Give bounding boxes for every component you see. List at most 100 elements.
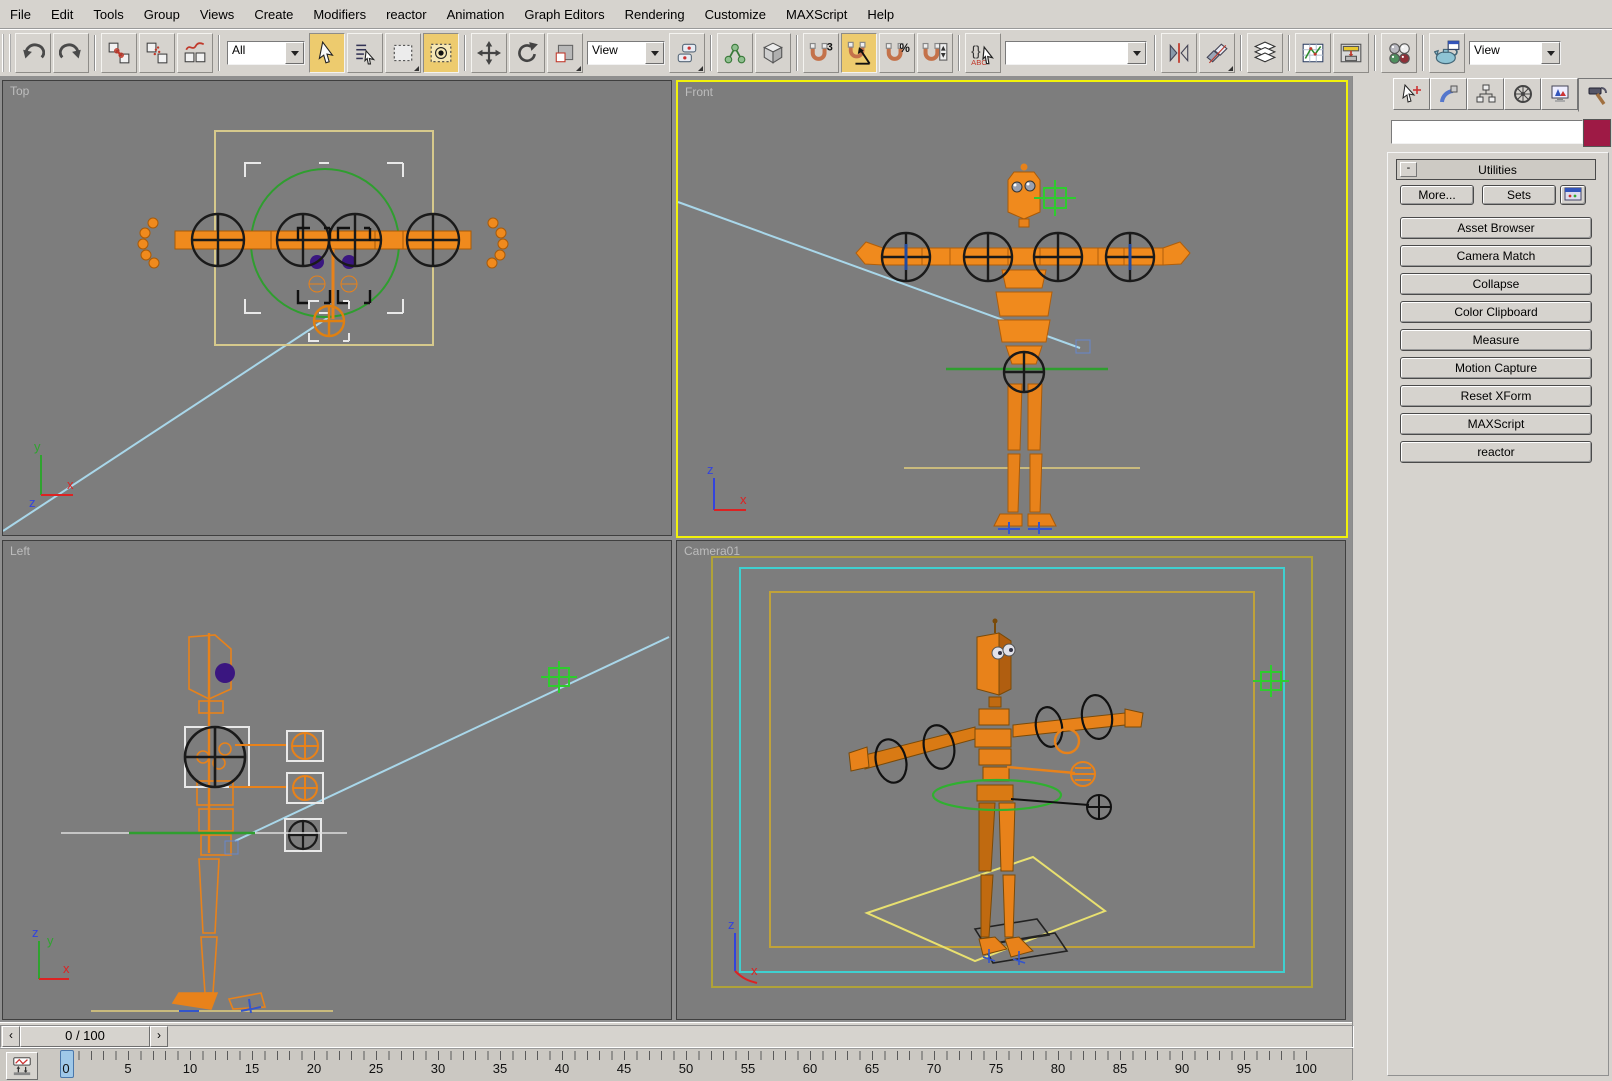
toolbar-drag-handle[interactable]	[2, 34, 11, 72]
tab-modify[interactable]	[1430, 78, 1467, 110]
viewport-left[interactable]: Left z y x	[2, 540, 672, 1020]
dropdown-arrow-icon[interactable]	[1541, 42, 1560, 64]
sets-button[interactable]: Sets	[1482, 185, 1556, 205]
dropdown-arrow-icon[interactable]	[1127, 42, 1146, 64]
biped-character[interactable]	[855, 163, 1191, 535]
viewport-left-label[interactable]: Left	[10, 544, 30, 558]
menu-item-tools[interactable]: Tools	[83, 1, 133, 28]
more-button[interactable]: More...	[1400, 185, 1474, 205]
select-object-button[interactable]	[309, 33, 345, 73]
menu-item-modifiers[interactable]: Modifiers	[303, 1, 376, 28]
tab-motion[interactable]	[1504, 78, 1541, 110]
utility-color-clipboard-button[interactable]: Color Clipboard	[1400, 301, 1592, 323]
align-button[interactable]	[1199, 33, 1235, 73]
menu-item-create[interactable]: Create	[244, 1, 303, 28]
utility-measure-button[interactable]: Measure	[1400, 329, 1592, 351]
named-selection-dropdown[interactable]	[1005, 41, 1147, 65]
time-slider-button[interactable]: 0 / 100	[20, 1026, 150, 1047]
menu-item-help[interactable]: Help	[857, 1, 904, 28]
rollout-collapse-button[interactable]: -	[1400, 162, 1417, 177]
display-icon	[1551, 85, 1568, 102]
viewport-front-label[interactable]: Front	[685, 85, 713, 99]
utility-asset-browser-button[interactable]: Asset Browser	[1400, 217, 1592, 239]
menu-item-reactor[interactable]: reactor	[376, 1, 436, 28]
track-bar[interactable]: 0 5 10 15 20 25 30 35 40 45 50 55 60 65 70 75 80 85 90 95 10…	[0, 1048, 1352, 1081]
menu-item-views[interactable]: Views	[190, 1, 244, 28]
menu-item-edit[interactable]: Edit	[41, 1, 83, 28]
render-scene-button[interactable]	[1429, 33, 1465, 73]
utility-maxscript-button[interactable]: MAXScript	[1400, 413, 1592, 435]
dropdown-arrow-icon[interactable]	[285, 42, 304, 64]
schematic-view-button[interactable]	[1333, 33, 1369, 73]
menu-item-animation[interactable]: Animation	[437, 1, 515, 28]
object-color-swatch[interactable]	[1583, 119, 1611, 147]
next-frame-button[interactable]: ›	[150, 1026, 168, 1047]
undo-button[interactable]	[15, 33, 51, 73]
top-viewport-scene[interactable]: y x z	[3, 81, 671, 535]
menu-item-graph-editors[interactable]: Graph Editors	[514, 1, 614, 28]
viewport-top[interactable]: Top y x z	[2, 80, 672, 536]
window-crossing-button[interactable]	[423, 33, 459, 73]
render-type-dropdown[interactable]: View	[1469, 41, 1561, 65]
rotation-gizmo[interactable]	[190, 212, 461, 268]
utility-camera-match-button[interactable]: Camera Match	[1400, 245, 1592, 267]
percent-snap-button[interactable]: %	[879, 33, 915, 73]
select-by-name-button[interactable]	[347, 33, 383, 73]
point-helper[interactable]	[541, 661, 577, 693]
tab-utilities[interactable]	[1578, 78, 1612, 112]
keyboard-shortcut-override-button[interactable]	[755, 33, 791, 73]
utility-sets-window-button[interactable]	[1560, 185, 1586, 205]
rotation-gizmo[interactable]	[183, 725, 247, 789]
tab-display[interactable]	[1541, 78, 1578, 110]
material-editor-button[interactable]	[1381, 33, 1417, 73]
viewport-top-label[interactable]: Top	[10, 84, 29, 98]
menu-item-customize[interactable]: Customize	[695, 1, 776, 28]
menu-item-rendering[interactable]: Rendering	[615, 1, 695, 28]
biped-character[interactable]	[171, 633, 267, 1010]
select-and-rotate-button[interactable]	[509, 33, 545, 73]
viewport-camera01[interactable]: Camera01 z x	[676, 540, 1346, 1020]
tab-create[interactable]	[1393, 78, 1430, 110]
reference-coordinate-dropdown[interactable]: View	[587, 41, 665, 65]
menu-item-file[interactable]: File	[0, 1, 41, 28]
previous-frame-button[interactable]: ‹	[2, 1026, 20, 1047]
rectangular-selection-button[interactable]	[385, 33, 421, 73]
edit-named-selections-button[interactable]: {} ABC	[965, 33, 1001, 73]
utility-motion-capture-button[interactable]: Motion Capture	[1400, 357, 1592, 379]
utility-reactor-button[interactable]: reactor	[1400, 441, 1592, 463]
front-viewport-scene[interactable]: z x	[678, 82, 1346, 536]
select-and-link-button[interactable]	[101, 33, 137, 73]
tab-hierarchy[interactable]	[1467, 78, 1504, 110]
render-scene-icon	[1434, 40, 1460, 65]
menu-item-group[interactable]: Group	[134, 1, 190, 28]
use-pivot-point-center-button[interactable]	[669, 33, 705, 73]
select-and-move-button[interactable]	[471, 33, 507, 73]
mini-curve-editor-button[interactable]	[6, 1052, 38, 1080]
bind-to-space-warp-button[interactable]	[177, 33, 213, 73]
camera-viewport-scene[interactable]: z x	[677, 541, 1345, 1019]
utilities-rollout-header[interactable]: - Utilities	[1396, 159, 1596, 180]
layer-manager-button[interactable]	[1247, 33, 1283, 73]
object-name-field[interactable]	[1391, 120, 1583, 144]
snap-toggle-3d-button[interactable]: 3	[803, 33, 839, 73]
menu-item-maxscript[interactable]: MAXScript	[776, 1, 857, 28]
mirror-button[interactable]	[1161, 33, 1197, 73]
dropdown-arrow-icon[interactable]	[645, 42, 664, 64]
redo-button[interactable]	[53, 33, 89, 73]
angle-snap-button[interactable]	[841, 33, 877, 73]
time-slider-track[interactable]	[0, 1025, 1354, 1048]
ik-manipulators[interactable]	[931, 761, 1112, 820]
left-viewport-scene[interactable]: z y x	[3, 541, 671, 1019]
pelvis-gizmo[interactable]	[1002, 350, 1046, 394]
utility-reset-xform-button[interactable]: Reset XForm	[1400, 385, 1592, 407]
spinner-snap-button[interactable]	[917, 33, 953, 73]
viewport-camera01-label[interactable]: Camera01	[684, 544, 740, 558]
select-and-scale-button[interactable]	[547, 33, 583, 73]
utility-collapse-button[interactable]: Collapse	[1400, 273, 1592, 295]
viewport-front[interactable]: Front z x	[676, 80, 1348, 538]
selection-filter-dropdown[interactable]: All	[227, 41, 305, 65]
unlink-selection-button[interactable]	[139, 33, 175, 73]
pelvis-gizmo[interactable]	[308, 300, 350, 342]
select-and-manipulate-button[interactable]	[717, 33, 753, 73]
curve-editor-button[interactable]	[1295, 33, 1331, 73]
